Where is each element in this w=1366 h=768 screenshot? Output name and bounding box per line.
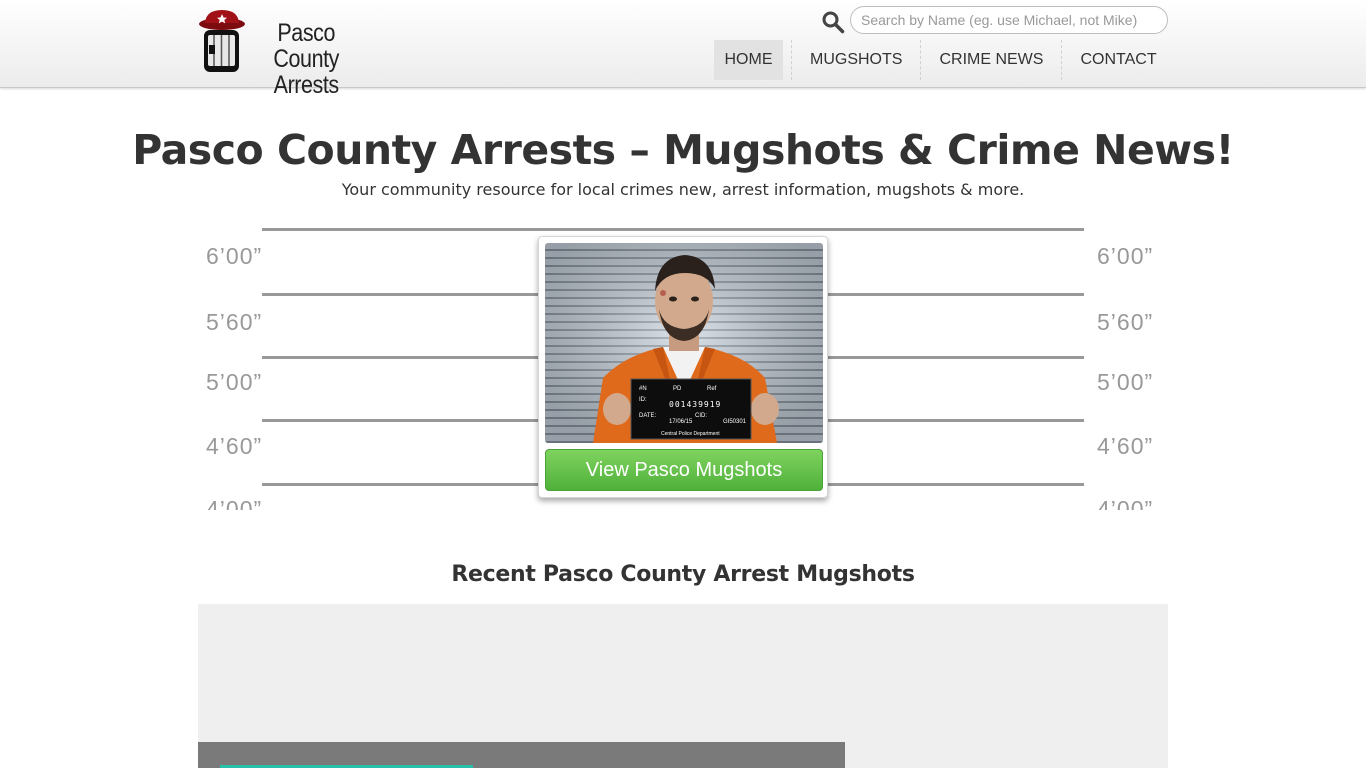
page-title: Pasco County Arrests – Mugshots & Crime … <box>132 126 1234 174</box>
placard-text: DATE: <box>639 413 657 419</box>
placard-text: Ref <box>707 386 717 392</box>
height-line <box>262 228 1084 231</box>
nav-item-mugshots[interactable]: MUGSHOTS <box>800 40 912 80</box>
nav-divider <box>791 40 792 80</box>
height-label: 5’60” <box>206 309 263 335</box>
search-input[interactable] <box>850 6 1168 34</box>
nav-divider <box>1061 40 1063 80</box>
height-label: 5’00” <box>1097 369 1154 395</box>
height-label: 4’00” <box>1097 496 1154 510</box>
site-header: Pasco County Arrests HOME MUGSHOTS CRIME… <box>0 0 1366 98</box>
placard-text: Central Police Department <box>661 431 720 437</box>
logo-line-1: Pasco County <box>273 19 339 73</box>
placard-text: ID: <box>639 397 647 403</box>
placard-text: GI50301 <box>723 419 747 425</box>
placard-text: #N <box>639 386 647 392</box>
height-label: 5’60” <box>1097 309 1154 335</box>
height-label: 6’00” <box>206 243 263 269</box>
height-label: 4’00” <box>206 496 263 510</box>
height-label: 5’00” <box>206 369 263 395</box>
height-label: 4’60” <box>206 433 263 459</box>
mugshot-photo[interactable]: #N PD Ref ID: 001439919 DATE: 17/06/15 C… <box>545 243 823 443</box>
placard-id: 001439919 <box>669 400 721 409</box>
nav-divider <box>920 40 922 80</box>
placard-text: 17/06/15 <box>669 419 693 425</box>
height-label: 4’60” <box>1097 433 1154 459</box>
height-label: 6’00” <box>1097 243 1154 269</box>
page-subtitle: Your community resource for local crimes… <box>341 180 1025 199</box>
site-logo[interactable]: Pasco County Arrests <box>198 8 388 98</box>
nav-item-contact[interactable]: CONTACT <box>1070 40 1166 80</box>
mugshot-person-illustration: #N PD Ref ID: 001439919 DATE: 17/06/15 C… <box>545 243 823 443</box>
view-mugshots-button[interactable]: View Pasco Mugshots <box>545 449 823 491</box>
site-logo-text: Pasco County Arrests <box>246 20 366 98</box>
recent-mugshots-heading: Recent Pasco County Arrest Mugshots <box>451 562 915 587</box>
main-nav: HOME MUGSHOTS CRIME NEWS CONTACT <box>714 40 1167 80</box>
nav-item-crime-news[interactable]: CRIME NEWS <box>929 40 1053 80</box>
logo-line-2: Arrests <box>273 71 340 99</box>
police-phone-logo-icon <box>199 10 245 72</box>
search-icon[interactable] <box>821 10 845 34</box>
mugshot-card: #N PD Ref ID: 001439919 DATE: 17/06/15 C… <box>538 236 828 498</box>
placard-text: PD <box>673 386 682 392</box>
nav-item-home[interactable]: HOME <box>714 40 783 80</box>
placard-text: CID: <box>695 413 707 419</box>
